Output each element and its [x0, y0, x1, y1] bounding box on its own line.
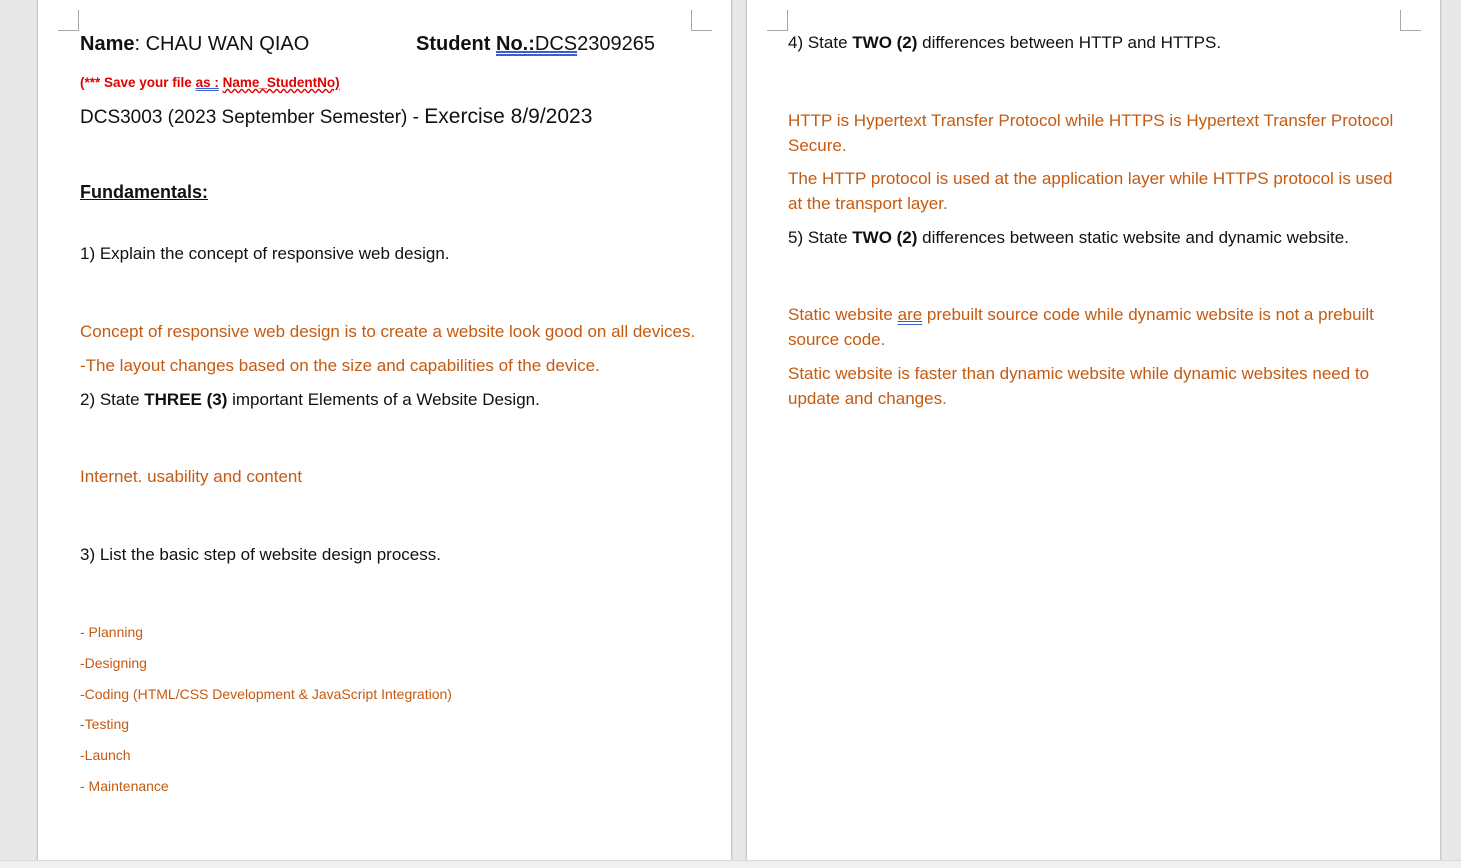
course-title: DCS3003 (2023 September Semester) - Exer… — [80, 105, 593, 128]
save-file-note: (*** Save your file as : Name_StudentNo) — [80, 75, 340, 90]
answer-1-line-1: Concept of responsive web design is to c… — [80, 322, 696, 341]
answer-3-step: - Planning — [80, 624, 144, 640]
margin-corner-top-left — [58, 10, 79, 31]
status-bar — [0, 860, 1461, 868]
document-workspace: Name: CHAU WAN QIAO Student No.:DCS23092… — [0, 0, 1461, 868]
document-page-2[interactable]: 4) State TWO (2) differences between HTT… — [746, 0, 1441, 860]
answer-4-paragraph-1: HTTP is Hypertext Transfer Protocol whil… — [788, 111, 1394, 155]
question-2: 2) State THREE (3) important Elements of… — [80, 390, 540, 409]
answer-2: Internet. usability and content — [80, 467, 303, 486]
name-label: Name — [80, 33, 135, 55]
student-no-value: 2309265 — [577, 33, 655, 55]
margin-corner-top-right — [691, 10, 712, 31]
question-4: 4) State TWO (2) differences between HTT… — [788, 33, 1222, 52]
exercise-label: Exercise 8/9/2023 — [424, 105, 593, 128]
answer-3-step: - Maintenance — [80, 778, 169, 794]
name-value: : CHAU WAN QIAO — [134, 33, 310, 55]
student-no-label: No.: — [496, 33, 535, 55]
answer-3-step: -Launch — [80, 747, 131, 763]
question-1: 1) Explain the concept of responsive web… — [80, 244, 450, 263]
student-label: Student — [416, 33, 496, 55]
answer-5-paragraph-1: Static website are prebuilt source code … — [788, 305, 1374, 349]
answer-4-paragraph-2: The HTTP protocol is used at the applica… — [788, 169, 1393, 213]
answer-3-step: -Designing — [80, 655, 147, 671]
document-page-1[interactable]: Name: CHAU WAN QIAO Student No.:DCS23092… — [37, 0, 732, 860]
answer-1-line-2: -The layout changes based on the size an… — [80, 356, 600, 375]
answer-3-step: -Coding (HTML/CSS Development & JavaScri… — [80, 686, 452, 702]
answer-3-step: -Testing — [80, 716, 130, 732]
question-5: 5) State TWO (2) differences between sta… — [788, 228, 1349, 247]
question-3: 3) List the basic step of website design… — [80, 545, 441, 564]
student-name-line: Name: CHAU WAN QIAO — [80, 32, 309, 57]
student-number-line: Student No.:DCS2309265 — [416, 32, 655, 57]
student-no-prefix: DCS — [534, 33, 578, 55]
margin-corner-top-left — [767, 10, 788, 31]
margin-corner-top-right — [1400, 10, 1421, 31]
answer-5-paragraph-2: Static website is faster than dynamic we… — [788, 364, 1370, 408]
fundamentals-heading: Fundamentals: — [80, 182, 209, 202]
